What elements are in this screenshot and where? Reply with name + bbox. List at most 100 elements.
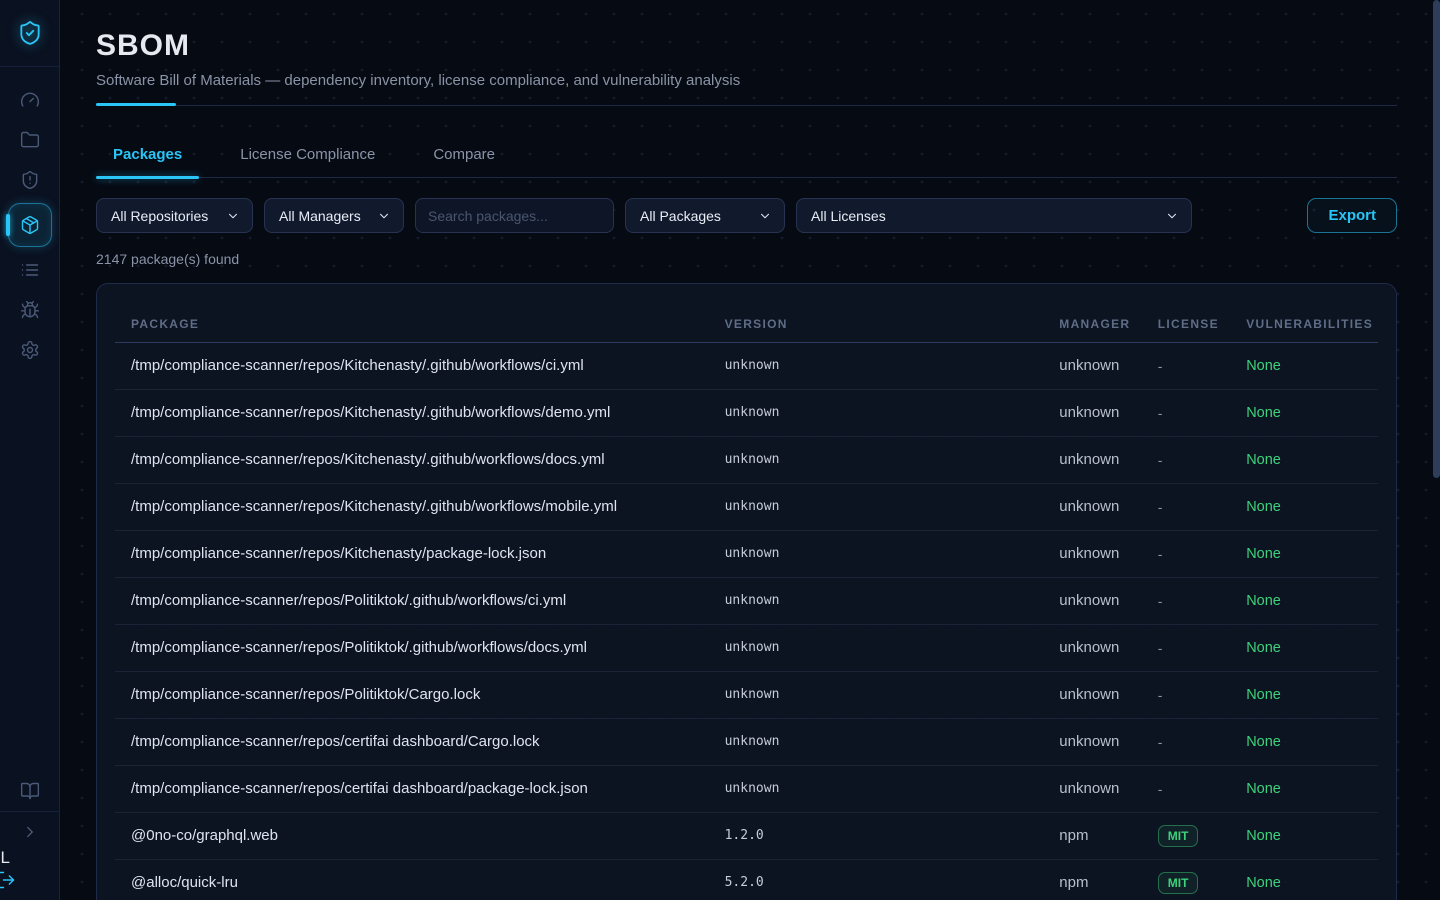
logout-button[interactable] bbox=[0, 870, 16, 893]
cell-pkg: @0no-co/graphql.web bbox=[115, 812, 709, 859]
cell-license: - bbox=[1142, 483, 1230, 530]
cell-ver: unknown bbox=[709, 765, 1044, 812]
search-input[interactable] bbox=[415, 198, 614, 233]
bug-icon bbox=[20, 300, 40, 320]
cell-mgr: unknown bbox=[1043, 389, 1142, 436]
export-button[interactable]: Export bbox=[1307, 198, 1397, 233]
active-item-indicator bbox=[6, 214, 10, 236]
sidebar-item-sbom[interactable] bbox=[0, 202, 60, 248]
column-header-version: VERSION bbox=[709, 284, 1044, 342]
cell-mgr: unknown bbox=[1043, 530, 1142, 577]
managers-select-value: All Managers bbox=[279, 208, 361, 224]
cell-vulnerabilities: None bbox=[1230, 483, 1378, 530]
cell-vulnerabilities: None bbox=[1230, 389, 1378, 436]
cell-pkg: /tmp/compliance-scanner/repos/Kitchenast… bbox=[115, 342, 709, 389]
cell-vulnerabilities: None bbox=[1230, 436, 1378, 483]
cell-ver: 5.2.0 bbox=[709, 859, 1044, 900]
cell-pkg: /tmp/compliance-scanner/repos/Kitchenast… bbox=[115, 389, 709, 436]
sidebar-item-repositories[interactable] bbox=[0, 120, 60, 160]
table-row: /tmp/compliance-scanner/repos/Politiktok… bbox=[115, 624, 1378, 671]
cell-ver: unknown bbox=[709, 530, 1044, 577]
cell-pkg: /tmp/compliance-scanner/repos/Politiktok… bbox=[115, 577, 709, 624]
cell-ver: unknown bbox=[709, 577, 1044, 624]
packages-select[interactable]: All Packages bbox=[625, 198, 785, 233]
cell-mgr: unknown bbox=[1043, 624, 1142, 671]
table-row: /tmp/compliance-scanner/repos/Politiktok… bbox=[115, 577, 1378, 624]
cell-vulnerabilities: None bbox=[1230, 530, 1378, 577]
managers-select[interactable]: All Managers bbox=[264, 198, 404, 233]
cell-mgr: unknown bbox=[1043, 483, 1142, 530]
table-row: @0no-co/graphql.web1.2.0npmMITNone bbox=[115, 812, 1378, 859]
repositories-select[interactable]: All Repositories bbox=[96, 198, 253, 233]
cell-ver: unknown bbox=[709, 342, 1044, 389]
cell-vulnerabilities: None bbox=[1230, 342, 1378, 389]
vertical-scrollbar-thumb[interactable] bbox=[1433, 0, 1440, 478]
tab-license-compliance[interactable]: License Compliance bbox=[223, 146, 392, 177]
gear-icon bbox=[20, 340, 40, 360]
table-header-row: PACKAGEVERSIONMANAGERLICENSEVULNERABILIT… bbox=[115, 284, 1378, 342]
table-row: /tmp/compliance-scanner/repos/Kitchenast… bbox=[115, 483, 1378, 530]
cell-vulnerabilities: None bbox=[1230, 718, 1378, 765]
filter-bar: All Repositories All Managers All Packag… bbox=[96, 198, 1397, 233]
column-header-vulnerabilities: VULNERABILITIES bbox=[1230, 284, 1378, 342]
cell-mgr: unknown bbox=[1043, 577, 1142, 624]
cell-mgr: npm bbox=[1043, 812, 1142, 859]
cell-license: - bbox=[1142, 671, 1230, 718]
chevron-right-icon bbox=[21, 823, 39, 841]
cell-license: - bbox=[1142, 718, 1230, 765]
cell-pkg: /tmp/compliance-scanner/repos/Politiktok… bbox=[115, 624, 709, 671]
list-icon bbox=[20, 260, 40, 280]
cell-ver: unknown bbox=[709, 436, 1044, 483]
license-badge: MIT bbox=[1158, 825, 1199, 847]
title-divider bbox=[96, 103, 1397, 106]
cell-ver: 1.2.0 bbox=[709, 812, 1044, 859]
table-row: /tmp/compliance-scanner/repos/Politiktok… bbox=[115, 671, 1378, 718]
cell-vulnerabilities: None bbox=[1230, 671, 1378, 718]
licenses-select[interactable]: All Licenses bbox=[796, 198, 1192, 233]
sidebar-item-bugs[interactable] bbox=[0, 290, 60, 330]
cell-ver: unknown bbox=[709, 624, 1044, 671]
cell-pkg: /tmp/compliance-scanner/repos/Politiktok… bbox=[115, 671, 709, 718]
cell-mgr: unknown bbox=[1043, 718, 1142, 765]
sidebar-item-vulnerabilities[interactable] bbox=[0, 160, 60, 200]
shield-check-icon bbox=[17, 20, 43, 46]
licenses-select-value: All Licenses bbox=[811, 208, 886, 224]
cell-pkg: @alloc/quick-lru bbox=[115, 859, 709, 900]
cutoff-label: L bbox=[1, 848, 10, 868]
folder-icon bbox=[20, 130, 40, 150]
logout-icon bbox=[0, 870, 16, 890]
cell-license: - bbox=[1142, 342, 1230, 389]
sidebar-item-dashboard[interactable] bbox=[0, 80, 60, 120]
cell-mgr: npm bbox=[1043, 859, 1142, 900]
cell-license: - bbox=[1142, 624, 1230, 671]
cell-license: - bbox=[1142, 436, 1230, 483]
sidebar-item-settings[interactable] bbox=[0, 330, 60, 370]
packages-table-card: PACKAGEVERSIONMANAGERLICENSEVULNERABILIT… bbox=[96, 283, 1397, 900]
cell-vulnerabilities: None bbox=[1230, 765, 1378, 812]
cell-pkg: /tmp/compliance-scanner/repos/Kitchenast… bbox=[115, 436, 709, 483]
cell-vulnerabilities: None bbox=[1230, 624, 1378, 671]
tab-compare[interactable]: Compare bbox=[416, 146, 512, 177]
cell-pkg: /tmp/compliance-scanner/repos/certifai d… bbox=[115, 765, 709, 812]
cell-mgr: unknown bbox=[1043, 342, 1142, 389]
chevron-down-icon bbox=[226, 209, 240, 223]
cell-license: MIT bbox=[1142, 859, 1230, 900]
app-logo[interactable] bbox=[0, 0, 59, 67]
tab-packages[interactable]: Packages bbox=[96, 146, 199, 177]
sidebar-item-audit-list[interactable] bbox=[0, 250, 60, 290]
sidebar-cutoff: L bbox=[0, 852, 60, 900]
sidebar-item-docs[interactable] bbox=[0, 771, 60, 811]
table-row: @alloc/quick-lru5.2.0npmMITNone bbox=[115, 859, 1378, 900]
cell-license: MIT bbox=[1142, 812, 1230, 859]
cell-mgr: unknown bbox=[1043, 765, 1142, 812]
shield-alert-icon bbox=[20, 170, 40, 190]
cell-ver: unknown bbox=[709, 671, 1044, 718]
cell-license: - bbox=[1142, 765, 1230, 812]
chevron-down-icon bbox=[1165, 209, 1179, 223]
page-subtitle: Software Bill of Materials — dependency … bbox=[96, 70, 1397, 92]
cell-pkg: /tmp/compliance-scanner/repos/Kitchenast… bbox=[115, 483, 709, 530]
column-header-manager: MANAGER bbox=[1043, 284, 1142, 342]
sidebar-expand-button[interactable] bbox=[0, 812, 60, 852]
cell-vulnerabilities: None bbox=[1230, 859, 1378, 900]
tabs: Packages License Compliance Compare bbox=[96, 146, 1397, 178]
